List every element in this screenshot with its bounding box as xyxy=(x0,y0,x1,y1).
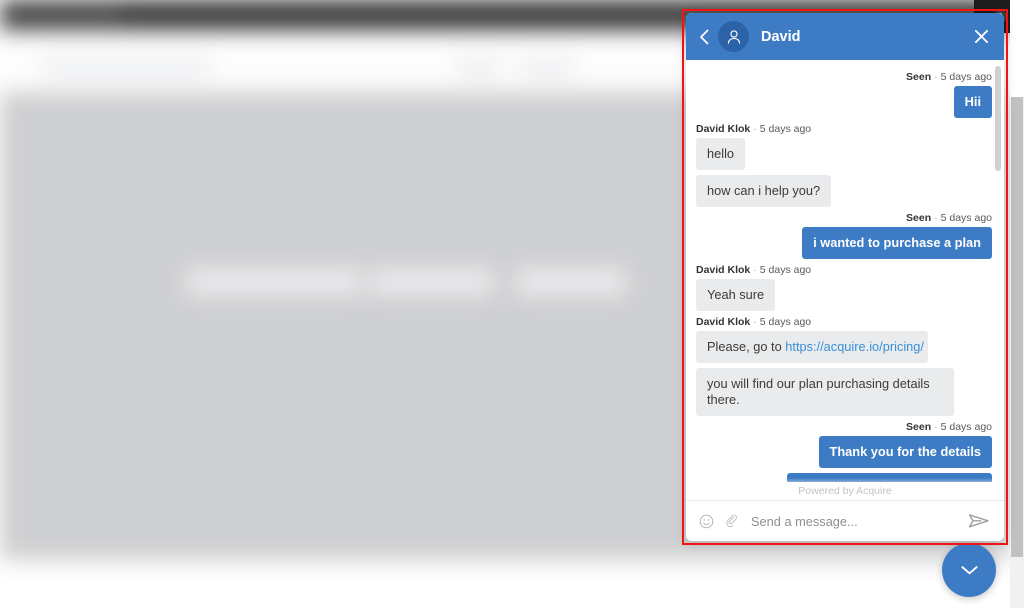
message-bubble-clipped xyxy=(787,473,992,482)
message-row: i wanted to purchase a plan xyxy=(696,227,992,259)
meta-separator: · xyxy=(753,264,757,276)
background-search-box xyxy=(42,57,210,77)
background-nav-button-1 xyxy=(456,59,500,76)
message-row: hello xyxy=(696,138,992,170)
browser-scrollbar-thumb[interactable] xyxy=(1011,97,1023,557)
emoji-button[interactable] xyxy=(696,511,716,531)
message-group: Seen · 5 days ago Thank you for the detail… xyxy=(696,421,992,482)
message-group: David Klok · 5 days ago Yeah sure xyxy=(696,264,992,311)
meta-separator: · xyxy=(934,71,938,83)
message-row: how can i help you? xyxy=(696,175,992,207)
smiley-icon xyxy=(699,514,713,528)
message-time: 5 days ago xyxy=(940,421,992,433)
message-meta: Seen · 5 days ago xyxy=(696,212,992,224)
message-row-clipped xyxy=(696,473,992,482)
meta-separator: · xyxy=(934,421,938,433)
avatar xyxy=(718,21,749,52)
message-bubble: i wanted to purchase a plan xyxy=(802,227,992,259)
meta-separator: · xyxy=(753,123,757,135)
message-status: Seen xyxy=(906,71,932,83)
message-row: Yeah sure xyxy=(696,279,992,311)
attach-button[interactable] xyxy=(721,511,741,531)
paperclip-icon xyxy=(725,514,737,527)
message-status: Seen xyxy=(906,421,932,433)
message-meta: David Klok · 5 days ago xyxy=(696,264,992,276)
message-group: David Klok · 5 days ago hello how can i he… xyxy=(696,123,992,207)
browser-scrollbar-corner xyxy=(1010,0,1024,97)
message-author: David Klok xyxy=(696,264,751,276)
message-row: you will find our plan purchasing detail… xyxy=(696,368,992,416)
message-meta: David Klok · 5 days ago xyxy=(696,123,992,135)
background-hero-word xyxy=(516,268,626,296)
message-bubble: Thank you for the details xyxy=(818,436,992,468)
background-hero-word xyxy=(370,268,494,296)
message-bubble: you will find our plan purchasing detail… xyxy=(696,368,954,416)
message-group: Seen · 5 days ago Hii xyxy=(696,71,992,118)
message-time: 5 days ago xyxy=(940,212,992,224)
message-status: Seen xyxy=(906,212,932,224)
message-author: David Klok xyxy=(696,123,751,135)
message-author: David Klok xyxy=(696,316,751,328)
send-icon xyxy=(968,514,989,528)
message-row: Thank you for the details xyxy=(696,436,992,468)
message-meta: Seen · 5 days ago xyxy=(696,71,992,83)
message-text: Please, go to xyxy=(707,339,786,354)
chevron-down-icon xyxy=(960,566,978,575)
background-hero-word xyxy=(186,268,362,296)
pricing-link[interactable]: https://acquire.io/pricing/ xyxy=(785,339,924,354)
message-composer xyxy=(686,500,1004,541)
send-button[interactable] xyxy=(966,510,992,532)
message-bubble: hello xyxy=(696,138,746,170)
message-row: Hii xyxy=(696,86,992,118)
message-input[interactable] xyxy=(749,512,966,530)
screen: 0 David xyxy=(0,0,1024,608)
close-icon xyxy=(974,29,988,44)
message-time: 5 days ago xyxy=(940,71,992,83)
message-group: Seen · 5 days ago i wanted to purchase a p… xyxy=(696,212,992,259)
background-nav-button-2 xyxy=(520,59,574,76)
message-meta: Seen · 5 days ago xyxy=(696,421,992,433)
message-time: 5 days ago xyxy=(759,123,812,135)
background-page-footer xyxy=(0,560,1010,608)
meta-separator: · xyxy=(753,316,757,328)
chat-header: David xyxy=(686,13,1004,60)
message-list[interactable]: Seen · 5 days ago Hii David Klok · 5 days ag… xyxy=(686,60,1004,500)
message-group: David Klok · 5 days ago Please, go to http… xyxy=(696,316,992,416)
chat-launcher-button[interactable] xyxy=(942,543,996,597)
chat-scrollbar-thumb[interactable] xyxy=(995,66,1001,171)
meta-separator: · xyxy=(934,212,938,224)
message-time: 5 days ago xyxy=(759,264,812,276)
message-row: Please, go to https://acquire.io/pricing… xyxy=(696,331,992,363)
message-bubble: Hii xyxy=(953,86,992,118)
back-button[interactable] xyxy=(694,25,714,49)
message-bubble: Yeah sure xyxy=(696,279,776,311)
message-bubble: how can i help you? xyxy=(696,175,832,207)
chat-contact-name: David xyxy=(761,28,801,45)
chat-widget: David Seen · 5 days ago Hii David Klok ·… xyxy=(686,13,1004,541)
message-time: 5 days ago xyxy=(759,316,812,328)
close-button[interactable] xyxy=(970,26,992,48)
chevron-left-icon xyxy=(699,29,708,44)
message-meta: David Klok · 5 days ago xyxy=(696,316,992,328)
message-bubble: Please, go to https://acquire.io/pricing… xyxy=(696,331,928,363)
user-avatar-icon xyxy=(727,29,740,44)
